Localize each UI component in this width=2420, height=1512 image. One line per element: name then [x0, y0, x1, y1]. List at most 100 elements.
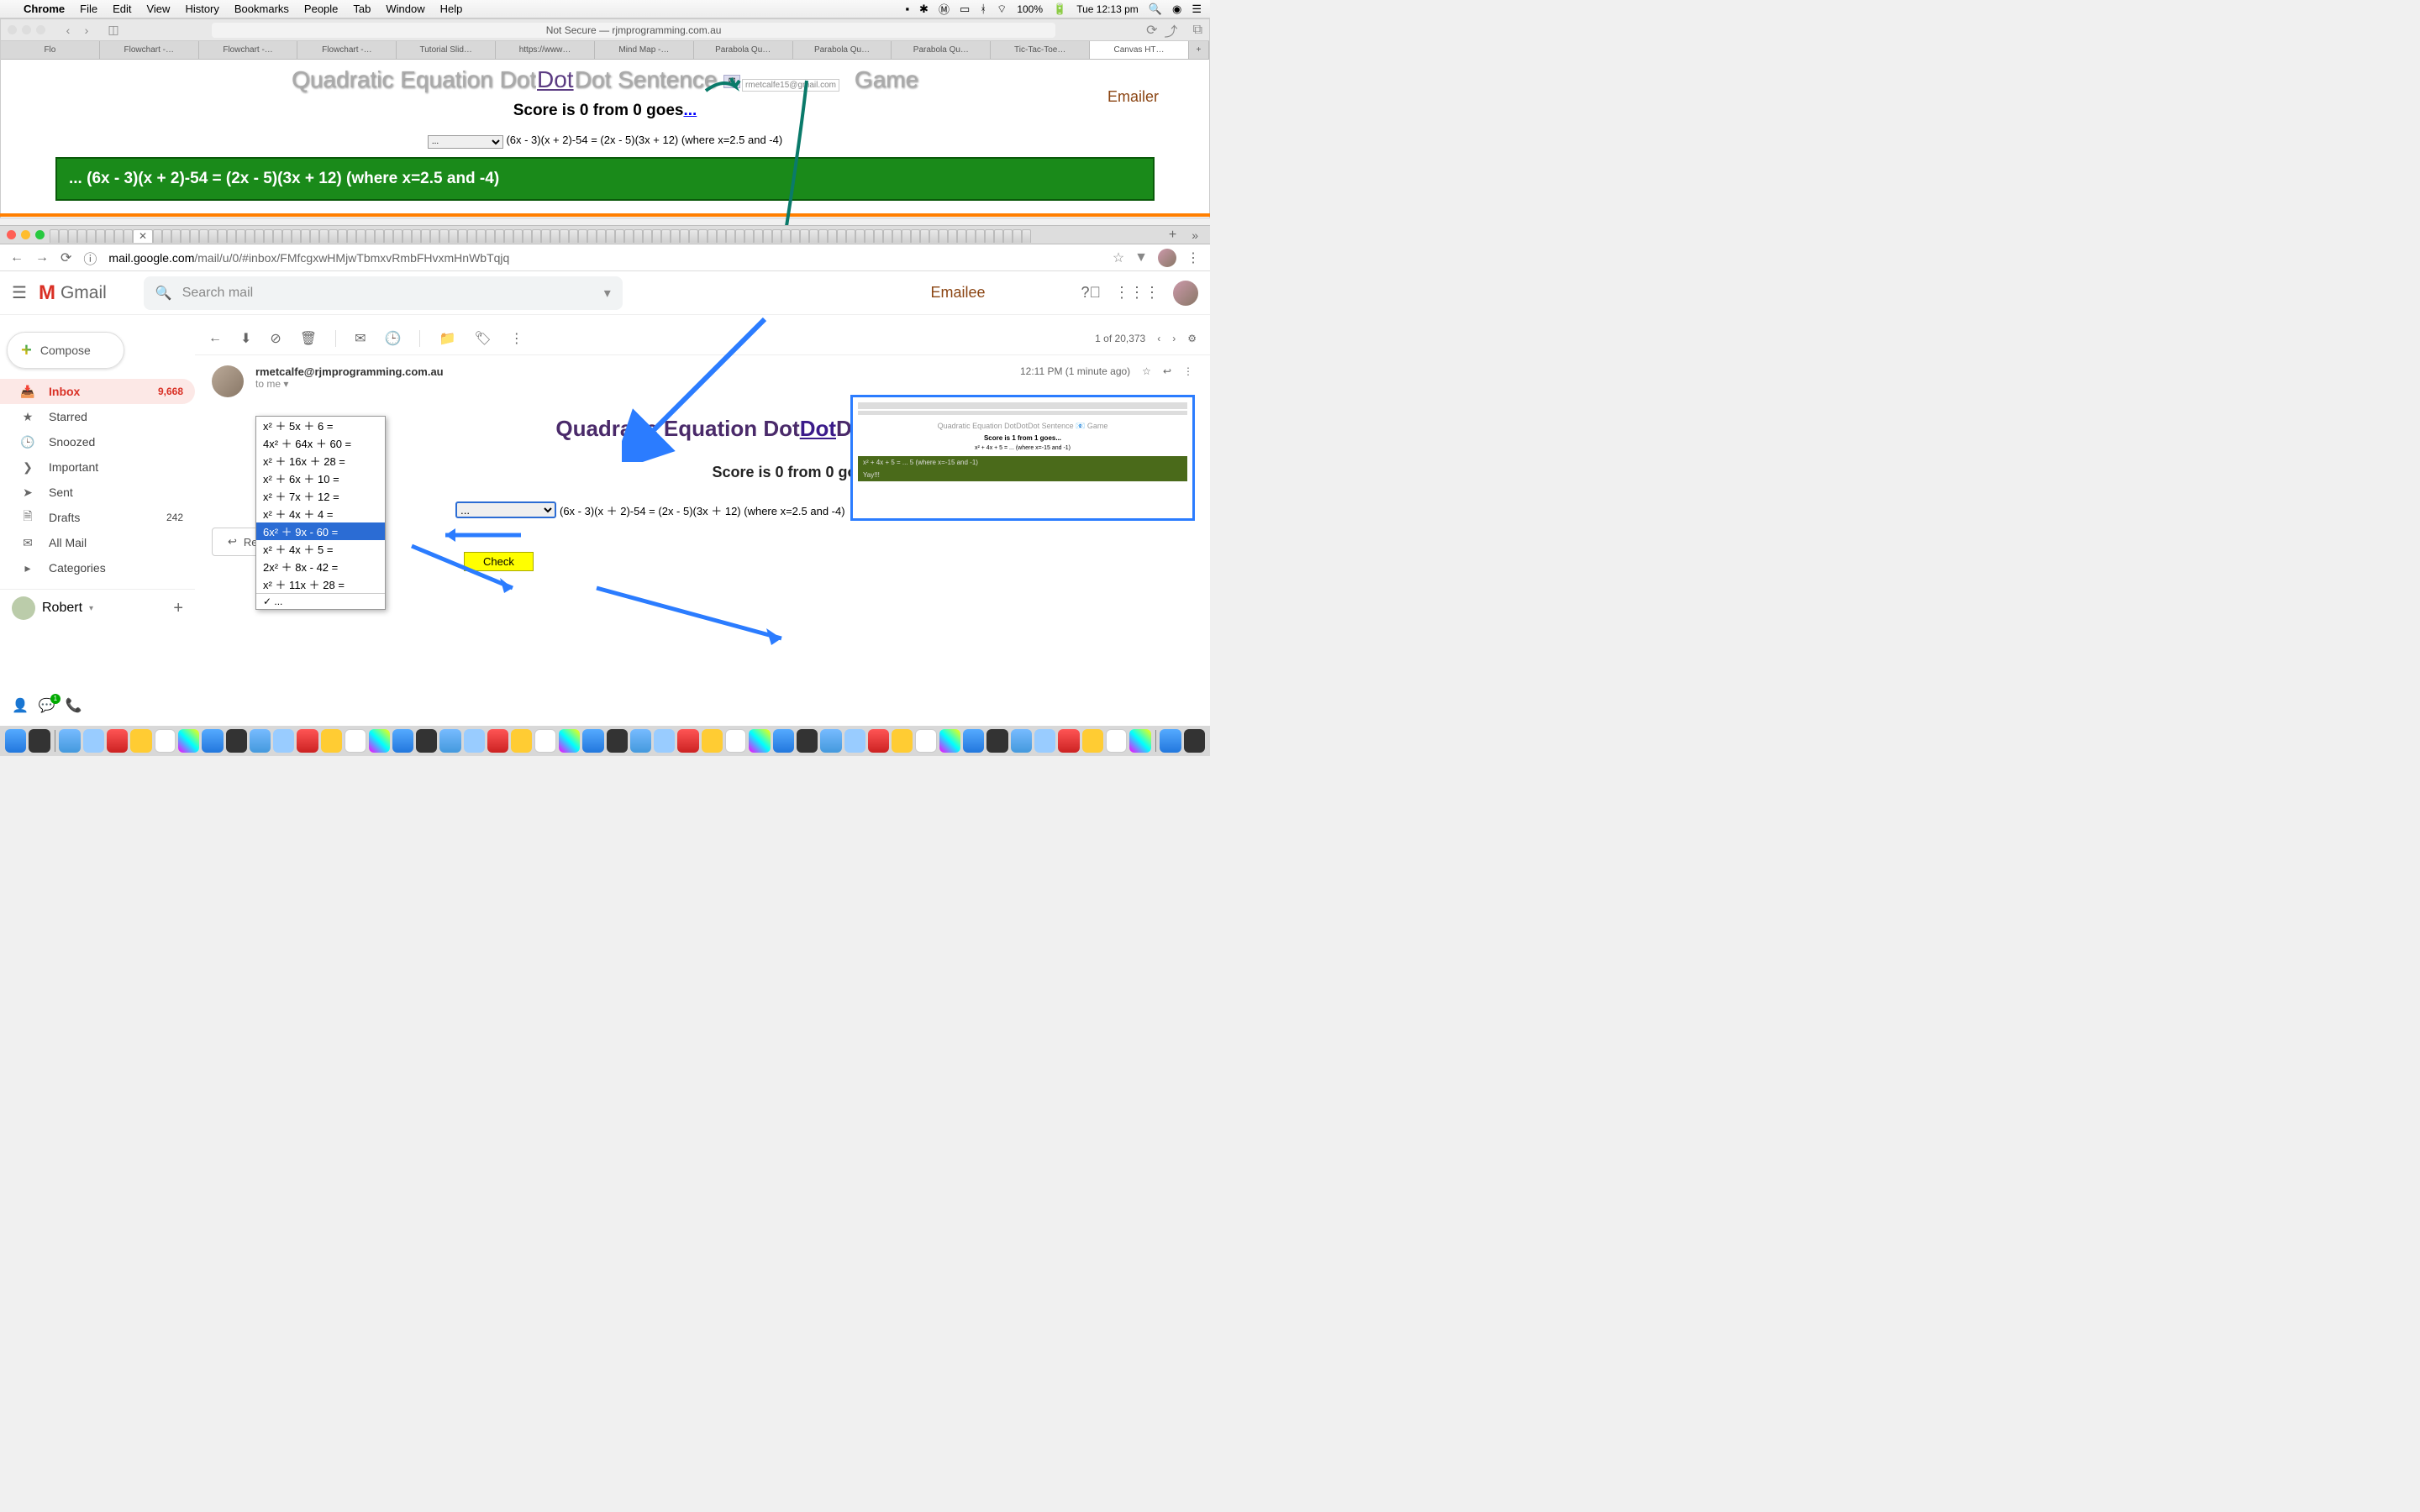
dock-app[interactable]: [939, 729, 960, 753]
dock-app[interactable]: [677, 729, 698, 753]
tiny-tab[interactable]: [809, 229, 818, 243]
menu-extras-icon[interactable]: ☰: [1192, 3, 1202, 16]
dock-app[interactable]: [725, 729, 746, 753]
sidebar-item-snoozed[interactable]: 🕒Snoozed: [0, 429, 195, 454]
tiny-tab[interactable]: [689, 229, 698, 243]
tiny-tab[interactable]: [476, 229, 486, 243]
tiny-tab[interactable]: [883, 229, 892, 243]
search-dropdown-icon[interactable]: ▾: [604, 285, 611, 302]
win1-tab[interactable]: Parabola Qu…: [793, 41, 892, 59]
dock-app[interactable]: [250, 729, 271, 753]
moveto-icon[interactable]: 📁: [439, 330, 455, 347]
dock-app[interactable]: [83, 729, 104, 753]
dock-app[interactable]: [797, 729, 818, 753]
chat-icon[interactable]: 💬: [39, 697, 55, 714]
tiny-tab[interactable]: [578, 229, 587, 243]
phone-icon[interactable]: 📞: [66, 697, 82, 714]
tiny-tab[interactable]: [236, 229, 245, 243]
tiny-tab[interactable]: [227, 229, 236, 243]
dock-app[interactable]: [464, 729, 485, 753]
win1-tab[interactable]: Parabola Qu…: [892, 41, 991, 59]
tiny-tab[interactable]: [301, 229, 310, 243]
tiny-tab[interactable]: [994, 229, 1003, 243]
sidebar-item-drafts[interactable]: 🗎Drafts242: [0, 505, 195, 530]
win1-tab[interactable]: Flowchart -…: [100, 41, 199, 59]
win1-tab[interactable]: Parabola Qu…: [694, 41, 793, 59]
equation-dropdown[interactable]: x² ＋ 5x ＋ 6 =4x² ＋ 64x ＋ 60 =x² ＋ 16x ＋ …: [255, 416, 386, 610]
dock-app[interactable]: [416, 729, 437, 753]
tiny-tab[interactable]: [218, 229, 227, 243]
profile-icon[interactable]: [1158, 249, 1176, 267]
menu-view[interactable]: View: [146, 3, 170, 15]
tiny-tab[interactable]: [273, 229, 282, 243]
tiny-tab[interactable]: [550, 229, 560, 243]
to-line[interactable]: to me ▾: [255, 378, 444, 390]
tiny-tab[interactable]: [976, 229, 985, 243]
tiny-tab[interactable]: [347, 229, 356, 243]
tiny-tab[interactable]: [329, 229, 338, 243]
win1-tab[interactable]: Flowchart -…: [297, 41, 397, 59]
site-info-icon[interactable]: ⓘ: [83, 248, 97, 268]
tiny-tab[interactable]: [726, 229, 735, 243]
dock-app[interactable]: [1058, 729, 1079, 753]
ext-icon[interactable]: ▼: [1134, 250, 1148, 265]
dropdown-item[interactable]: x² ＋ 5x ＋ 6 =: [256, 417, 385, 434]
tiny-tab[interactable]: [282, 229, 292, 243]
tiny-tab[interactable]: [911, 229, 920, 243]
tiny-tab[interactable]: [292, 229, 301, 243]
tiny-tab[interactable]: [754, 229, 763, 243]
sidebar-item-important[interactable]: ❯Important: [0, 454, 195, 480]
tiny-tab[interactable]: [763, 229, 772, 243]
active-tab-close[interactable]: ✕: [133, 229, 153, 243]
tiny-tab[interactable]: [634, 229, 643, 243]
tiny-tab[interactable]: [467, 229, 476, 243]
tiny-tab[interactable]: [366, 229, 375, 243]
dock-app[interactable]: [439, 729, 460, 753]
compose-button[interactable]: + Compose: [7, 332, 124, 369]
tiny-tab[interactable]: [680, 229, 689, 243]
tiny-tab[interactable]: [865, 229, 874, 243]
dock-app[interactable]: [654, 729, 675, 753]
dock-app[interactable]: [868, 729, 889, 753]
dock-app[interactable]: [582, 729, 603, 753]
dock-app[interactable]: [559, 729, 580, 753]
back-icon[interactable]: ‹: [60, 23, 76, 38]
tiny-tab[interactable]: [87, 229, 96, 243]
tiny-tab[interactable]: [421, 229, 430, 243]
tiny-tab[interactable]: [828, 229, 837, 243]
dock-app[interactable]: [321, 729, 342, 753]
equation-select[interactable]: ...: [428, 135, 503, 149]
tiny-tab[interactable]: [171, 229, 181, 243]
win2-traffic-lights[interactable]: [7, 230, 45, 239]
tiny-tab[interactable]: [624, 229, 634, 243]
from-address[interactable]: rmetcalfe@rjmprogramming.com.au: [255, 365, 444, 378]
dock-app[interactable]: [369, 729, 390, 753]
bluetooth-icon[interactable]: ᚼ: [980, 3, 986, 15]
win1-tab[interactable]: https://www…: [496, 41, 595, 59]
dock-app[interactable]: [155, 729, 176, 753]
spam-icon[interactable]: ⊘: [270, 330, 281, 347]
dock-app[interactable]: [29, 729, 50, 753]
tiny-tab[interactable]: [892, 229, 902, 243]
tiny-tab[interactable]: [153, 229, 162, 243]
puzzle-icon[interactable]: ✱: [919, 3, 929, 16]
sidebar-icon[interactable]: ◫: [106, 23, 121, 38]
score-dots-link[interactable]: ...: [683, 102, 697, 119]
tiny-tab[interactable]: [449, 229, 458, 243]
dock-app[interactable]: [915, 729, 936, 753]
tiny-tab[interactable]: [402, 229, 412, 243]
menu-window[interactable]: Window: [386, 3, 424, 15]
tiny-tab[interactable]: [430, 229, 439, 243]
forward-button[interactable]: →: [35, 250, 49, 265]
tiny-tab[interactable]: [162, 229, 171, 243]
tiny-tab[interactable]: [319, 229, 329, 243]
tiny-tab[interactable]: [264, 229, 273, 243]
share-icon[interactable]: ⤴: [1165, 20, 1178, 40]
tiny-tab[interactable]: [393, 229, 402, 243]
menu-file[interactable]: File: [80, 3, 97, 15]
dock-app[interactable]: [1106, 729, 1127, 753]
tiny-tab[interactable]: [781, 229, 791, 243]
dock-app[interactable]: [534, 729, 555, 753]
win1-traffic-lights[interactable]: [8, 25, 45, 34]
sidebar-item-categories[interactable]: ▸Categories: [0, 555, 195, 580]
